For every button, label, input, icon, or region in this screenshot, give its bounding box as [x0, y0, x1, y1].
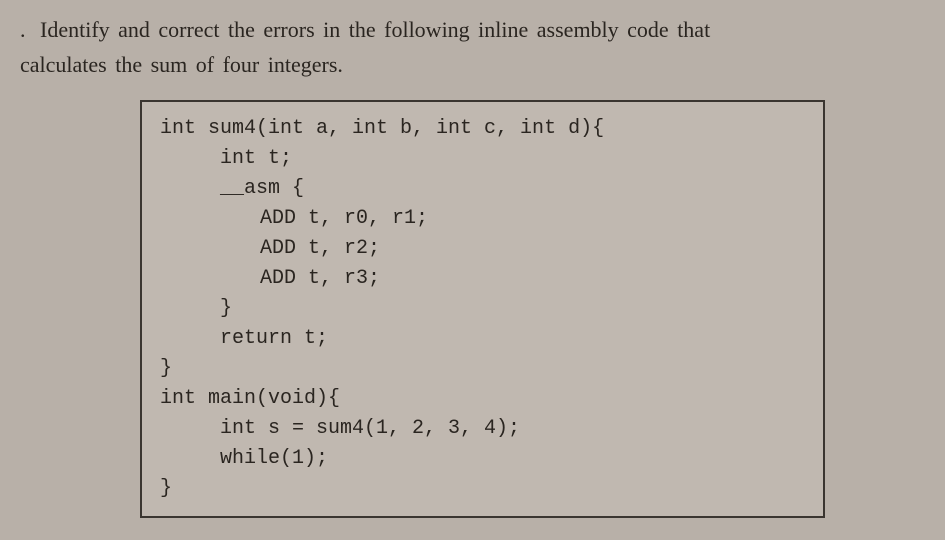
- code-line: }: [160, 354, 805, 384]
- question-text: . Identify and correct the errors in the…: [20, 12, 905, 82]
- code-line: }: [160, 294, 805, 324]
- code-line: ADD t, r2;: [160, 234, 805, 264]
- question-line1: Identify and correct the errors in the f…: [40, 17, 710, 42]
- code-line: ADD t, r0, r1;: [160, 204, 805, 234]
- code-line: ADD t, r3;: [160, 264, 805, 294]
- code-listing: int sum4(int a, int b, int c, int d){ in…: [140, 100, 825, 518]
- code-line: int s = sum4(1, 2, 3, 4);: [160, 414, 805, 444]
- code-line: int t;: [160, 144, 805, 174]
- question-line2: calculates the sum of four integers.: [20, 52, 343, 77]
- code-line: __asm {: [160, 174, 805, 204]
- code-line: return t;: [160, 324, 805, 354]
- code-line: }: [160, 474, 805, 504]
- code-line: int sum4(int a, int b, int c, int d){: [160, 114, 805, 144]
- code-line: while(1);: [160, 444, 805, 474]
- question-number: .: [20, 17, 26, 42]
- code-line: int main(void){: [160, 384, 805, 414]
